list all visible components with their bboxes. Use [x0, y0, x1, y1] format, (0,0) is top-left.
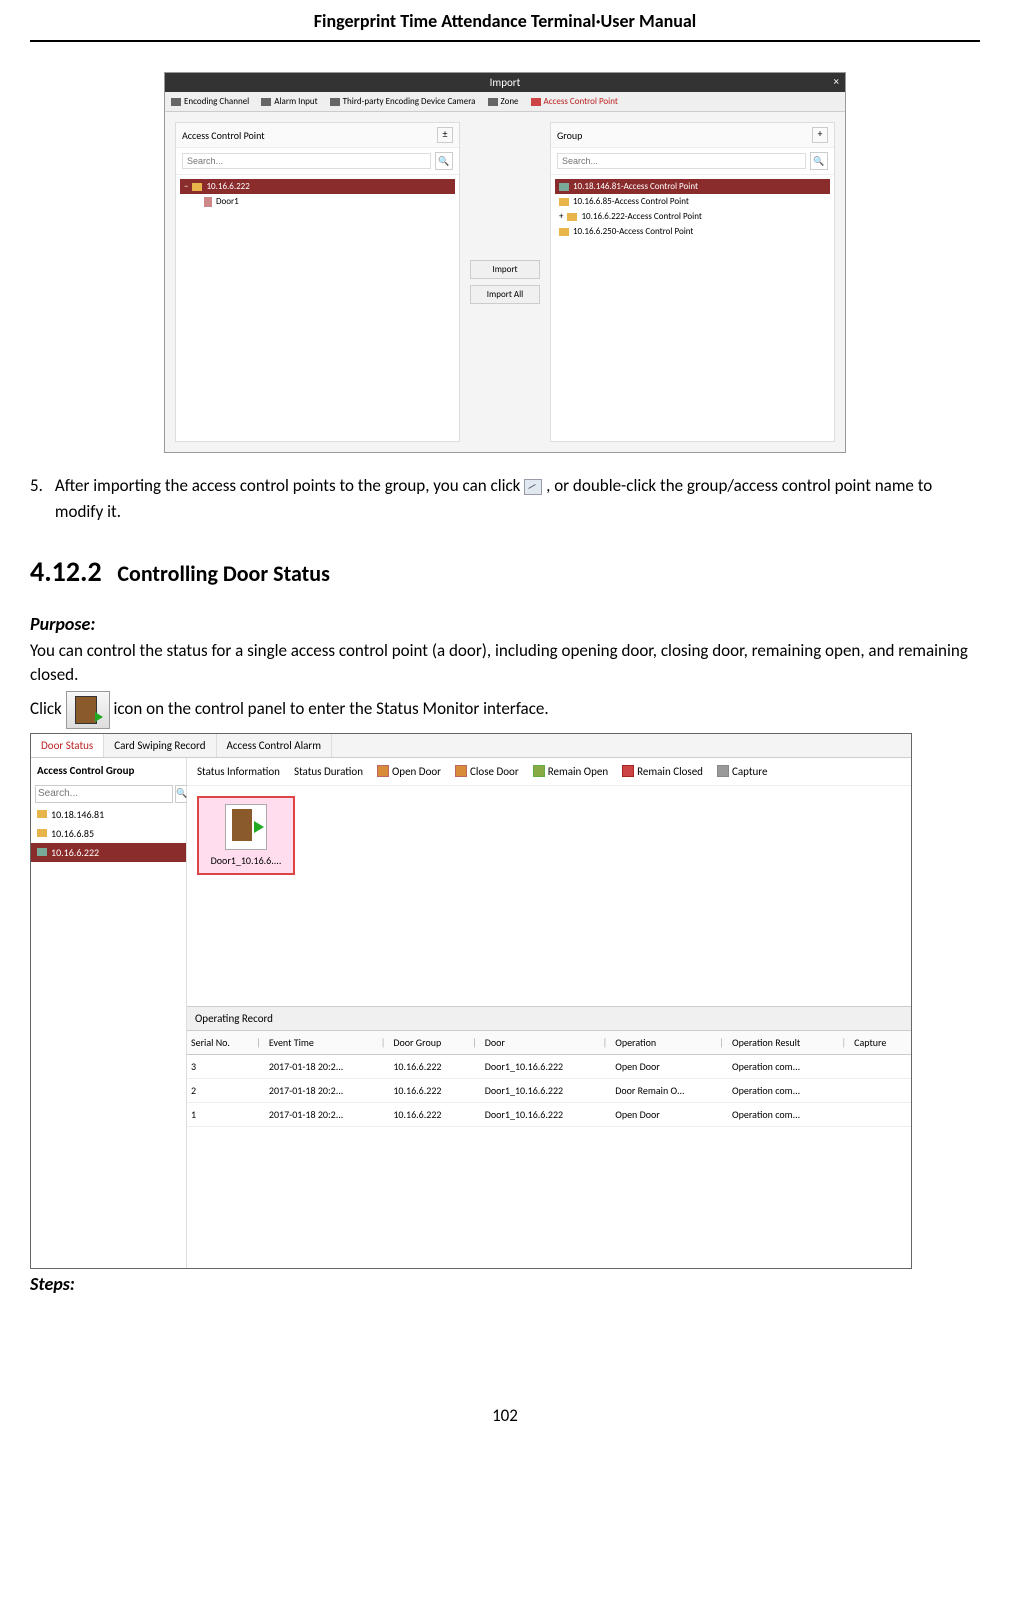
tree-item-device[interactable]: − 10.16.6.222 — [180, 179, 455, 194]
open-door-button[interactable]: Open Door — [377, 765, 441, 778]
tab-zone[interactable]: Zone — [488, 96, 519, 107]
sidebar-title: Access Control Group — [31, 758, 186, 783]
folder-icon — [559, 183, 569, 191]
import-tabs: Encoding Channel Alarm Input Third-party… — [165, 92, 845, 112]
import-titlebar: Import × — [165, 73, 845, 92]
alarm-icon — [261, 98, 271, 106]
right-search-input[interactable] — [557, 153, 806, 169]
tab-card-swiping[interactable]: Card Swiping Record — [104, 734, 216, 757]
camera-icon — [330, 98, 340, 106]
col-door[interactable]: Door| — [481, 1031, 611, 1055]
left-panel-title: Access Control Point — [182, 129, 265, 142]
status-information-button[interactable]: Status Information — [197, 765, 280, 778]
remain-closed-button[interactable]: Remain Closed — [622, 765, 703, 778]
folder-icon — [559, 228, 569, 236]
table-row[interactable]: 12017-01-18 20:2...10.16.6.222Door1_10.1… — [187, 1102, 911, 1126]
remain-open-icon — [533, 765, 545, 777]
col-door-group[interactable]: Door Group| — [389, 1031, 480, 1055]
step-5: 5. After importing the access control po… — [30, 473, 980, 524]
table-row[interactable]: 32017-01-18 20:2...10.16.6.222Door1_10.1… — [187, 1054, 911, 1078]
col-capture[interactable]: Capture — [850, 1031, 911, 1055]
right-panel-title: Group — [557, 129, 582, 142]
step-number: 5. — [30, 473, 43, 524]
door-open-icon — [225, 804, 267, 850]
search-icon[interactable]: 🔍 — [435, 152, 453, 170]
page-number: 102 — [30, 1405, 980, 1426]
right-panel: Group + 🔍 10.18.146.81-Access Control Po… — [550, 122, 835, 442]
import-all-button[interactable]: Import All — [470, 285, 540, 304]
left-panel: Access Control Point ± 🔍 − 10.16.6.222 — [175, 122, 460, 442]
tab-third-party[interactable]: Third-party Encoding Device Camera — [330, 96, 476, 107]
close-icon[interactable]: × — [834, 75, 839, 88]
tab-encoding-channel[interactable]: Encoding Channel — [171, 96, 249, 107]
section-heading: 4.12.2 Controlling Door Status — [30, 554, 980, 589]
door-view: Door1_10.16.6.... — [187, 786, 911, 1006]
minus-icon: − — [184, 181, 188, 192]
left-search-input[interactable] — [182, 153, 431, 169]
camera-icon — [171, 98, 181, 106]
tree-item-door[interactable]: Door1 — [180, 194, 455, 209]
sidebar-item[interactable]: 10.16.6.85 — [31, 824, 186, 843]
remain-closed-icon — [622, 765, 634, 777]
door-tile[interactable]: Door1_10.16.6.... — [197, 796, 295, 875]
collapse-button[interactable]: ± — [437, 127, 453, 143]
page-header: Fingerprint Time Attendance Terminal·Use… — [30, 10, 980, 42]
status-monitor-window: Door Status Card Swiping Record Access C… — [30, 733, 912, 1269]
col-result[interactable]: Operation Result| — [728, 1031, 850, 1055]
operating-record-table: Serial No.| Event Time| Door Group| Door… — [187, 1031, 911, 1127]
status-duration-button[interactable]: Status Duration — [294, 765, 363, 778]
folder-icon — [192, 183, 202, 191]
col-serial[interactable]: Serial No.| — [187, 1031, 265, 1055]
close-door-button[interactable]: Close Door — [455, 765, 519, 778]
door-icon — [204, 197, 212, 207]
purpose-label: Purpose: — [30, 613, 980, 635]
status-tabs: Door Status Card Swiping Record Access C… — [31, 734, 911, 758]
capture-button[interactable]: Capture — [717, 765, 768, 778]
tab-access-alarm[interactable]: Access Control Alarm — [217, 734, 333, 757]
section-title: Controlling Door Status — [117, 560, 330, 587]
col-event-time[interactable]: Event Time| — [265, 1031, 389, 1055]
group-item[interactable]: 10.18.146.81-Access Control Point — [555, 179, 830, 194]
import-dialog: Import × Encoding Channel Alarm Input Th… — [164, 72, 846, 453]
group-item[interactable]: 10.16.6.85-Access Control Point — [555, 194, 830, 209]
sidebar-item-selected[interactable]: 10.16.6.222 — [31, 843, 186, 862]
status-monitor-icon — [66, 691, 110, 729]
folder-icon — [567, 213, 577, 221]
purpose-text: You can control the status for a single … — [30, 639, 980, 687]
group-item[interactable]: +10.16.6.222-Access Control Point — [555, 209, 830, 224]
folder-icon — [37, 829, 47, 837]
folder-icon — [559, 198, 569, 206]
door-toolbar: Status Information Status Duration Open … — [187, 758, 911, 786]
door-tile-label: Door1_10.16.6.... — [205, 854, 287, 867]
folder-icon — [37, 810, 47, 818]
capture-icon — [717, 765, 729, 777]
step-text-a: After importing the access control point… — [55, 475, 524, 496]
operating-record-header: Operating Record — [187, 1006, 911, 1031]
tab-access-control-point[interactable]: Access Control Point — [531, 96, 618, 107]
open-door-icon — [377, 765, 389, 777]
folder-icon — [37, 848, 47, 856]
sidebar-item[interactable]: 10.18.146.81 — [31, 805, 186, 824]
door-icon — [531, 98, 541, 106]
search-icon[interactable]: 🔍 — [810, 152, 828, 170]
import-center-buttons: Import Import All — [470, 122, 540, 442]
group-item[interactable]: 10.16.6.250-Access Control Point — [555, 224, 830, 239]
section-number: 4.12.2 — [30, 554, 102, 589]
plus-icon: + — [559, 211, 563, 222]
steps-label: Steps: — [30, 1273, 980, 1295]
remain-open-button[interactable]: Remain Open — [533, 765, 608, 778]
zone-icon — [488, 98, 498, 106]
import-button[interactable]: Import — [470, 260, 540, 279]
click-instruction: Click icon on the control panel to enter… — [30, 691, 980, 729]
col-operation[interactable]: Operation| — [611, 1031, 728, 1055]
sidebar-search-input[interactable] — [35, 785, 173, 803]
status-sidebar: Access Control Group 🔍 10.18.146.81 10.1… — [31, 758, 187, 1268]
table-row[interactable]: 22017-01-18 20:2...10.16.6.222Door1_10.1… — [187, 1078, 911, 1102]
tab-door-status[interactable]: Door Status — [31, 734, 104, 757]
import-title: Import — [490, 76, 521, 89]
tab-alarm-input[interactable]: Alarm Input — [261, 96, 317, 107]
close-door-icon — [455, 765, 467, 777]
edit-icon — [524, 479, 542, 495]
add-button[interactable]: + — [812, 127, 828, 143]
